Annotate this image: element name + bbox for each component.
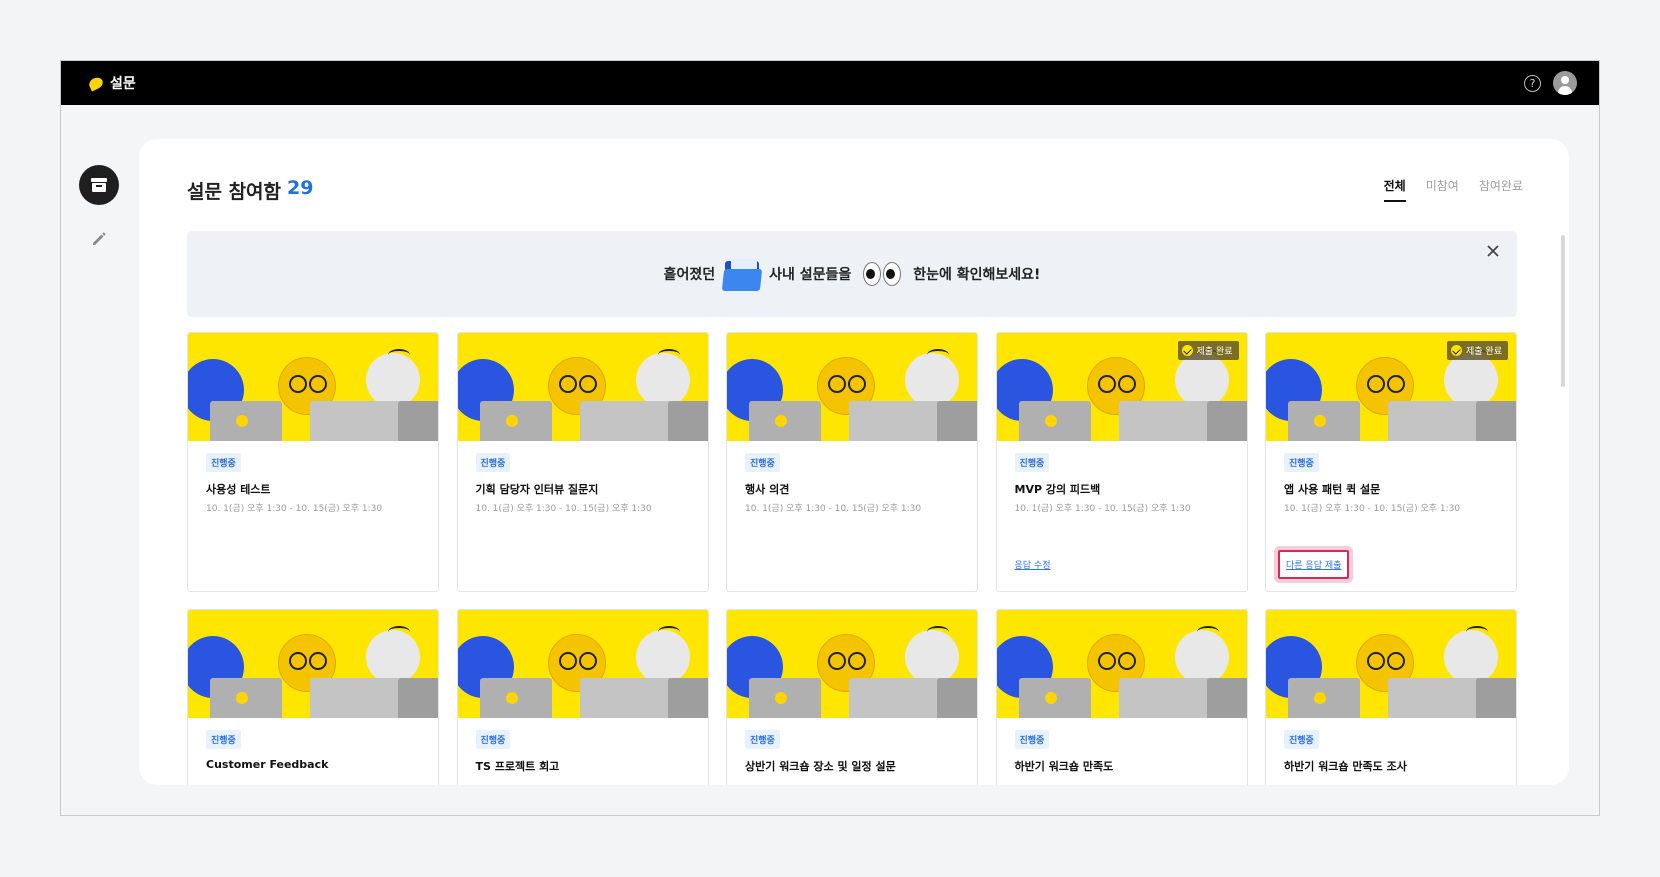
submitted-badge: 제출 완료 — [1447, 341, 1508, 360]
submitted-label: 제출 완료 — [1196, 347, 1233, 357]
survey-grid: 진행중 사용성 테스트 10. 1(금) 오후 1:30 - 10. 15(금)… — [187, 332, 1517, 785]
scrollbar[interactable] — [1561, 235, 1565, 387]
tab-completed[interactable]: 참여완료 — [1479, 177, 1523, 202]
promo-banner: 흩어졌던 사내 설문들을 한눈에 확인해보세요! — [187, 231, 1517, 317]
survey-date: 10. 1(금) 오후 1:30 - 10. 15(금) 오후 1:30 — [745, 504, 922, 514]
survey-logo-icon — [87, 75, 105, 91]
sidebar-item-create[interactable] — [79, 227, 119, 251]
check-circle-icon — [1181, 345, 1193, 356]
survey-thumbnail: 제출 완료 — [996, 333, 1247, 441]
survey-thumbnail — [996, 610, 1247, 718]
survey-card[interactable]: 진행중 기획 담당자 인터뷰 질문지 10. 1(금) 오후 1:30 - 10… — [456, 332, 709, 592]
survey-card[interactable]: 진행중 행사 의견 10. 1(금) 오후 1:30 - 10. 15(금) 오… — [726, 332, 978, 592]
survey-title: 기획 담당자 인터뷰 질문지 — [475, 483, 599, 496]
pencil-icon — [93, 232, 106, 245]
check-circle-icon — [1451, 345, 1463, 356]
tab-not-participated[interactable]: 미참여 — [1426, 177, 1459, 202]
survey-title: 행사 의견 — [745, 483, 790, 496]
question-circle-icon[interactable]: ? — [1524, 74, 1541, 92]
top-bar: 설문 ? — [61, 61, 1599, 105]
side-rail — [79, 165, 119, 251]
survey-thumbnail — [188, 333, 438, 441]
survey-thumbnail: 제출 완료 — [1266, 333, 1516, 441]
archive-box-icon — [91, 178, 107, 192]
status-badge: 진행중 — [1284, 453, 1319, 472]
sidebar-item-inbox[interactable] — [79, 165, 119, 205]
survey-card[interactable]: 진행중 TS 프로젝트 회고 — [456, 609, 709, 785]
submitted-badge: 제출 완료 — [1177, 341, 1239, 360]
filter-tabs: 전체 미참여 참여완료 — [1383, 177, 1523, 202]
survey-thumbnail — [457, 610, 708, 718]
survey-title: 하반기 워크숍 만족도 조사 — [1284, 760, 1407, 773]
survey-card[interactable]: 진행중 하반기 워크숍 만족도 — [995, 609, 1248, 785]
survey-thumbnail — [1266, 610, 1516, 718]
survey-card[interactable]: 진행중 Customer Feedback — [187, 609, 439, 785]
survey-title: TS 프로젝트 회고 — [475, 760, 560, 773]
survey-title: 상반기 워크숍 장소 및 일정 설문 — [745, 760, 896, 773]
status-badge: 진행중 — [475, 730, 511, 749]
survey-title: 사용성 테스트 — [206, 483, 271, 496]
page-title-label: 설문 참여함 — [187, 181, 282, 203]
folder-icon — [721, 257, 763, 291]
survey-card[interactable]: 진행중 상반기 워크숍 장소 및 일정 설문 — [726, 609, 978, 785]
survey-thumbnail — [727, 333, 977, 441]
survey-title: 앱 사용 패턴 퀵 설문 — [1284, 483, 1381, 496]
brand[interactable]: 설문 — [87, 73, 136, 93]
survey-count: 29 — [287, 177, 314, 199]
survey-card[interactable]: 진행중 하반기 워크숍 만족도 조사 — [1265, 609, 1517, 785]
banner-text-3: 한눈에 확인해보세요! — [913, 267, 1041, 283]
main-panel: 설문 참여함 29 전체 미참여 참여완료 흩어졌던 사내 설문들을 한눈에 확… — [139, 139, 1569, 785]
survey-title: MVP 강의 피드백 — [1014, 483, 1101, 496]
survey-card[interactable]: 제출 완료 진행중 앱 사용 패턴 퀵 설문 10. 1(금) 오후 1:30 … — [1265, 332, 1517, 592]
user-avatar-icon[interactable] — [1553, 71, 1577, 95]
page-title: 설문 참여함 29 — [187, 177, 313, 204]
status-badge: 진행중 — [206, 453, 241, 472]
app-title: 설문 — [110, 76, 136, 92]
eyes-icon — [863, 262, 902, 286]
status-badge: 진행중 — [206, 730, 241, 749]
survey-card[interactable]: 진행중 사용성 테스트 10. 1(금) 오후 1:30 - 10. 15(금)… — [187, 332, 439, 592]
survey-date: 10. 1(금) 오후 1:30 - 10. 15(금) 오후 1:30 — [1014, 504, 1191, 514]
status-badge: 진행중 — [745, 453, 780, 472]
submitted-label: 제출 완료 — [1466, 347, 1502, 357]
survey-title: 하반기 워크숍 만족도 — [1014, 760, 1114, 773]
survey-date: 10. 1(금) 오후 1:30 - 10. 15(금) 오후 1:30 — [475, 504, 652, 514]
survey-title: Customer Feedback — [206, 758, 329, 771]
survey-thumbnail — [727, 610, 977, 718]
tab-all[interactable]: 전체 — [1383, 177, 1406, 202]
close-icon[interactable] — [1485, 243, 1501, 259]
status-badge: 진행중 — [1284, 730, 1319, 749]
submit-another-response-link[interactable]: 다른 응답 제출 — [1278, 550, 1350, 579]
status-badge: 진행중 — [745, 730, 780, 749]
survey-thumbnail — [188, 610, 438, 718]
banner-text-2: 사내 설문들을 — [769, 267, 852, 283]
banner-text-1: 흩어졌던 — [663, 267, 716, 283]
app-window: 설문 ? 설문 참여함 29 전체 미참여 참여완료 흩어졌던 사내 설문들을 … — [60, 60, 1600, 816]
survey-date: 10. 1(금) 오후 1:30 - 10. 15(금) 오후 1:30 — [1284, 504, 1461, 514]
status-badge: 진행중 — [475, 453, 511, 472]
status-badge: 진행중 — [1014, 730, 1050, 749]
survey-date: 10. 1(금) 오후 1:30 - 10. 15(금) 오후 1:30 — [206, 504, 383, 514]
edit-response-link[interactable]: 응답 수정 — [1015, 558, 1051, 571]
status-badge: 진행중 — [1014, 453, 1050, 472]
survey-card[interactable]: 제출 완료 진행중 MVP 강의 피드백 10. 1(금) 오후 1:30 - … — [995, 332, 1248, 592]
survey-thumbnail — [457, 333, 708, 441]
